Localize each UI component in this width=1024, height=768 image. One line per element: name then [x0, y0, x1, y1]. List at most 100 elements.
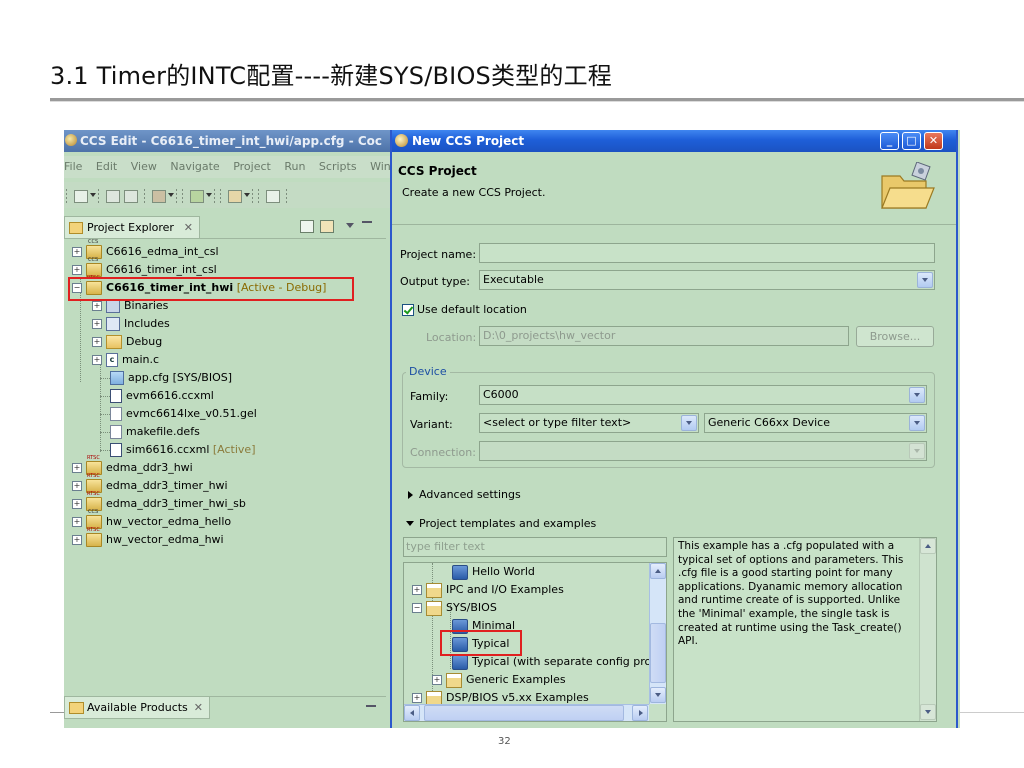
menu-view[interactable]: View	[131, 160, 157, 173]
expand-arrow-icon[interactable]	[408, 491, 413, 499]
expand-icon[interactable]: +	[92, 355, 102, 365]
connection-select[interactable]	[479, 441, 927, 461]
tree-item[interactable]: + c main.c	[92, 351, 159, 369]
page-number: 32	[498, 736, 511, 747]
tree-item[interactable]: evmc6614lxe_v0.51.gel	[110, 405, 257, 423]
minimize-button[interactable]: _	[880, 132, 899, 150]
expand-icon[interactable]: +	[412, 585, 422, 595]
link-editor-icon[interactable]	[320, 220, 334, 233]
tree-item[interactable]: evm6616.ccxml	[110, 387, 214, 405]
expand-icon[interactable]: +	[92, 319, 102, 329]
tree-item-label: evmc6614lxe_v0.51.gel	[126, 407, 257, 420]
minimize-icon[interactable]	[366, 705, 376, 707]
tree-item[interactable]: app.cfg [SYS/BIOS]	[110, 369, 232, 387]
tree-item-label: edma_ddr3_timer_hwi	[106, 479, 228, 492]
dialog-header-title: CCS Project	[398, 164, 477, 178]
view-icon[interactable]	[266, 190, 280, 203]
menu-file[interactable]: File	[64, 160, 82, 173]
menu-edit[interactable]: Edit	[96, 160, 117, 173]
ide-titlebar[interactable]: CCS Edit - C6616_timer_int_hwi/app.cfg -…	[64, 130, 394, 152]
expand-icon[interactable]: +	[92, 301, 102, 311]
expand-icon[interactable]: +	[72, 463, 82, 473]
dialog-titlebar[interactable]: New CCS Project _ □ ✕	[392, 130, 956, 152]
collapse-arrow-icon[interactable]	[406, 521, 414, 526]
advanced-settings-toggle[interactable]: Advanced settings	[419, 488, 521, 501]
use-default-location-checkbox[interactable]	[402, 304, 414, 316]
tree-item[interactable]: + Debug	[92, 333, 162, 351]
tree-item-label: C6616_timer_int_csl	[106, 263, 217, 276]
tree-item[interactable]: makefile.defs	[110, 423, 200, 441]
minimize-icon[interactable]	[362, 221, 372, 223]
expand-icon[interactable]: +	[72, 481, 82, 491]
tree-item-label: Includes	[124, 317, 170, 330]
template-tree-vscrollbar[interactable]	[649, 563, 666, 704]
collapse-all-icon[interactable]	[300, 220, 314, 233]
description-vscrollbar[interactable]	[919, 538, 936, 721]
tree-item[interactable]: sim6616.ccxml [Active]	[110, 441, 255, 459]
scrollbar-thumb[interactable]	[650, 623, 666, 683]
build-hammer-icon[interactable]	[152, 190, 166, 203]
expand-icon[interactable]: +	[72, 535, 82, 545]
scroll-down-icon[interactable]	[650, 687, 666, 703]
chevron-down-icon[interactable]	[909, 415, 925, 431]
scroll-up-icon[interactable]	[650, 563, 666, 579]
chevron-down-icon[interactable]	[909, 443, 925, 459]
expand-icon[interactable]: +	[72, 517, 82, 527]
expand-icon[interactable]: +	[92, 337, 102, 347]
view-menu-icon[interactable]	[346, 223, 354, 228]
collapse-icon[interactable]: −	[412, 603, 422, 613]
scroll-down-icon[interactable]	[920, 704, 936, 720]
browse-button[interactable]: Browse...	[856, 326, 934, 347]
template-item[interactable]: − SYS/BIOS	[412, 599, 497, 617]
expand-icon[interactable]: +	[72, 499, 82, 509]
tab-project-explorer[interactable]: Project Explorer ✕	[64, 216, 200, 238]
project-name-input[interactable]	[479, 243, 935, 263]
chevron-down-icon[interactable]	[681, 415, 697, 431]
chevron-down-icon[interactable]	[168, 193, 174, 197]
expand-icon[interactable]: +	[432, 675, 442, 685]
variant-select[interactable]: Generic C66xx Device	[704, 413, 927, 433]
chevron-down-icon[interactable]	[917, 272, 933, 288]
scroll-up-icon[interactable]	[920, 538, 936, 554]
expand-icon[interactable]: +	[72, 247, 82, 257]
chevron-down-icon[interactable]	[206, 193, 212, 197]
save-all-icon[interactable]	[124, 190, 138, 203]
expand-icon[interactable]: +	[72, 265, 82, 275]
template-item-label: DSP/BIOS v5.xx Examples	[446, 691, 589, 704]
scroll-left-icon[interactable]	[404, 705, 420, 721]
scroll-right-icon[interactable]	[632, 705, 648, 721]
chevron-down-icon[interactable]	[909, 387, 925, 403]
tree-guide	[100, 396, 110, 397]
variant-filter-select[interactable]: <select or type filter text>	[479, 413, 699, 433]
family-select[interactable]: C6000	[479, 385, 927, 405]
close-button[interactable]: ✕	[924, 132, 943, 150]
project-explorer-tabbar: Project Explorer ✕	[64, 216, 386, 239]
menu-project[interactable]: Project	[233, 160, 271, 173]
menu-navigate[interactable]: Navigate	[170, 160, 219, 173]
template-item[interactable]: + IPC and I/O Examples	[412, 581, 564, 599]
location-input[interactable]: D:\0_projects\hw_vector	[479, 326, 849, 346]
maximize-button[interactable]: □	[902, 132, 921, 150]
chevron-down-icon[interactable]	[90, 193, 96, 197]
tree-item[interactable]: + Includes	[92, 315, 170, 333]
output-type-select[interactable]: Executable	[479, 270, 935, 290]
menu-scripts[interactable]: Scripts	[319, 160, 357, 173]
new-icon[interactable]	[74, 190, 88, 203]
template-item[interactable]: + Generic Examples	[432, 671, 566, 689]
close-icon[interactable]: ✕	[184, 217, 193, 238]
save-icon[interactable]	[106, 190, 120, 203]
pencil-icon[interactable]	[228, 190, 242, 203]
menu-run[interactable]: Run	[284, 160, 305, 173]
makefile-icon	[110, 425, 122, 439]
chevron-down-icon[interactable]	[244, 193, 250, 197]
templates-section-toggle[interactable]: Project templates and examples	[419, 517, 596, 530]
tree-item[interactable]: + hw_vector_edma_hwi	[72, 527, 224, 549]
template-tree-hscrollbar[interactable]	[404, 704, 649, 721]
close-icon[interactable]: ✕	[194, 697, 203, 718]
scrollbar-thumb[interactable]	[424, 705, 624, 721]
expand-icon[interactable]: +	[412, 693, 422, 703]
debug-bug-icon[interactable]	[190, 190, 204, 203]
template-item[interactable]: Hello World	[452, 563, 535, 581]
tab-available-products[interactable]: Available Products ✕	[64, 697, 210, 719]
template-filter-input[interactable]: type filter text	[403, 537, 667, 557]
